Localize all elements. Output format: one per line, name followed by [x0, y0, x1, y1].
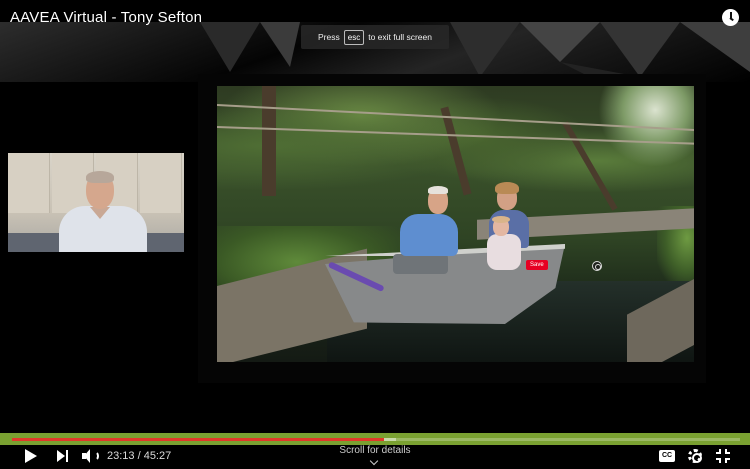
presenter-webcam	[8, 153, 184, 252]
volume-icon[interactable]	[82, 449, 100, 463]
progress-played	[12, 438, 384, 441]
toast-prefix: Press	[318, 32, 340, 42]
visual-search-icon[interactable]	[592, 261, 602, 271]
gear-icon[interactable]	[688, 449, 702, 463]
slide-photo	[217, 86, 694, 362]
player-controls: 23:13 / 45:27 Scroll for details CC	[0, 445, 750, 469]
exit-fullscreen-toast: Press esc to exit full screen	[301, 25, 449, 49]
esc-key: esc	[343, 29, 365, 45]
clock-icon[interactable]	[722, 9, 739, 26]
progress-track	[12, 438, 740, 441]
toast-suffix: to exit full screen	[368, 32, 432, 42]
next-icon[interactable]	[57, 450, 69, 462]
play-icon[interactable]	[25, 449, 37, 463]
scroll-for-details[interactable]: Scroll for details	[310, 445, 440, 456]
exit-fullscreen-icon[interactable]	[716, 449, 730, 463]
progress-bar[interactable]	[0, 433, 750, 445]
window-title: AAVEA Virtual - Tony Sefton	[10, 9, 203, 26]
pinterest-save-button[interactable]: Save	[526, 260, 548, 270]
time-display: 23:13 / 45:27	[107, 450, 172, 462]
chevron-down-icon[interactable]	[369, 456, 379, 466]
closed-captions-icon[interactable]: CC	[659, 450, 675, 462]
